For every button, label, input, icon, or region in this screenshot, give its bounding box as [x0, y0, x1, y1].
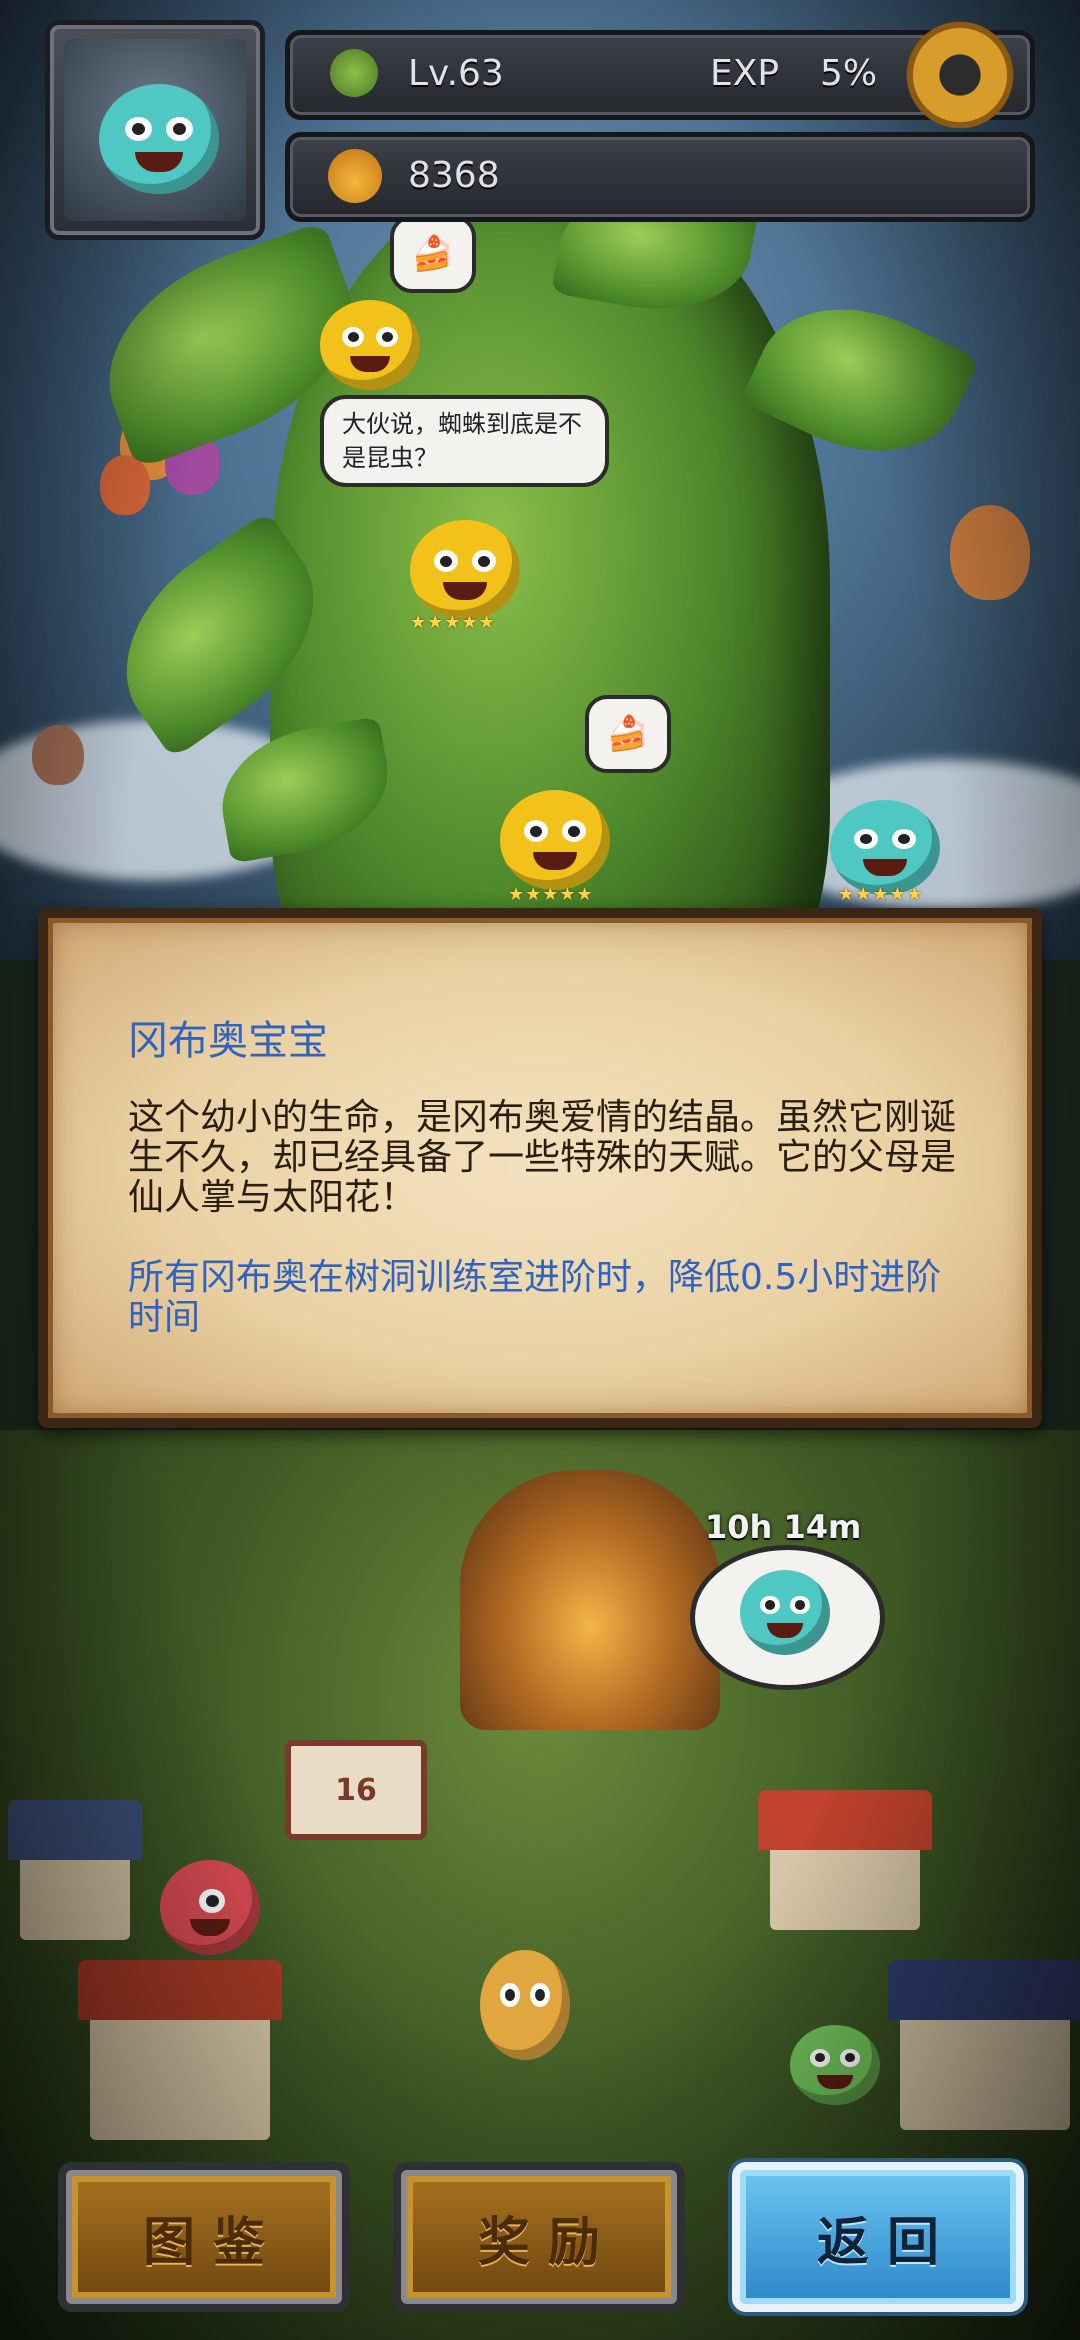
- avatar: [64, 39, 246, 221]
- gumball-statue[interactable]: [480, 1950, 570, 2060]
- panel-title: 冈布奥宝宝: [128, 1018, 328, 1064]
- star-rating: ★★★★★: [508, 884, 594, 905]
- currency-amount: 8368: [408, 155, 500, 196]
- item-info-panel: 冈布奥宝宝 这个幼小的生命，是冈布奥爱情的结晶。虽然它刚诞生不久，却已经具备了一…: [38, 908, 1042, 1428]
- level-icon: [330, 49, 378, 97]
- panel-description: 这个幼小的生命，是冈布奥爱情的结晶。虽然它刚诞生不久，却已经具备了一些特殊的天赋…: [128, 1097, 957, 1218]
- currency-bar: 8368: [285, 132, 1035, 222]
- cake-icon[interactable]: 🍰: [585, 695, 671, 773]
- gumball-creature[interactable]: [830, 800, 940, 895]
- back-button[interactable]: 返回: [732, 2162, 1024, 2312]
- hot-air-balloon: [950, 505, 1030, 600]
- tree-hole-house[interactable]: [460, 1470, 720, 1730]
- speech-bubble: 大伙说，蜘蛛到底是不是昆虫？: [320, 395, 609, 487]
- balloon: [100, 455, 150, 515]
- gumball-creature[interactable]: [320, 300, 420, 390]
- floor-sign: 16: [285, 1740, 427, 1840]
- house[interactable]: [888, 1960, 1080, 2130]
- panel-effect: 所有冈布奥在树洞训练室进阶时，降低0.5小时进阶时间: [128, 1257, 942, 1338]
- gumball-creature[interactable]: [500, 790, 610, 890]
- house[interactable]: [8, 1800, 142, 1940]
- gumball-creature[interactable]: [790, 2025, 880, 2105]
- exp-value: 5%: [820, 53, 878, 94]
- training-bubble[interactable]: [690, 1545, 885, 1690]
- cake-icon[interactable]: 🍰: [390, 215, 476, 293]
- star-rating: ★★★★★: [410, 612, 496, 633]
- star-rating: ★★★★★: [838, 884, 924, 905]
- training-timer: 10h 14m: [705, 1508, 862, 1546]
- codex-button[interactable]: 图鉴: [58, 2162, 350, 2312]
- house[interactable]: [78, 1960, 282, 2140]
- gumball-creature[interactable]: [160, 1860, 260, 1955]
- level-text: Lv.63: [408, 53, 504, 94]
- gumball-baby: [740, 1570, 830, 1655]
- hot-air-balloon: [32, 725, 84, 785]
- exp-label: EXP: [710, 53, 780, 94]
- house[interactable]: [758, 1790, 932, 1930]
- gear-icon[interactable]: [905, 20, 1015, 130]
- rewards-button[interactable]: 奖励: [393, 2162, 685, 2312]
- fruit-currency-icon: [328, 149, 382, 203]
- player-avatar-frame[interactable]: [45, 20, 265, 240]
- gumball-avatar: [99, 84, 219, 194]
- gumball-creature[interactable]: [410, 520, 520, 620]
